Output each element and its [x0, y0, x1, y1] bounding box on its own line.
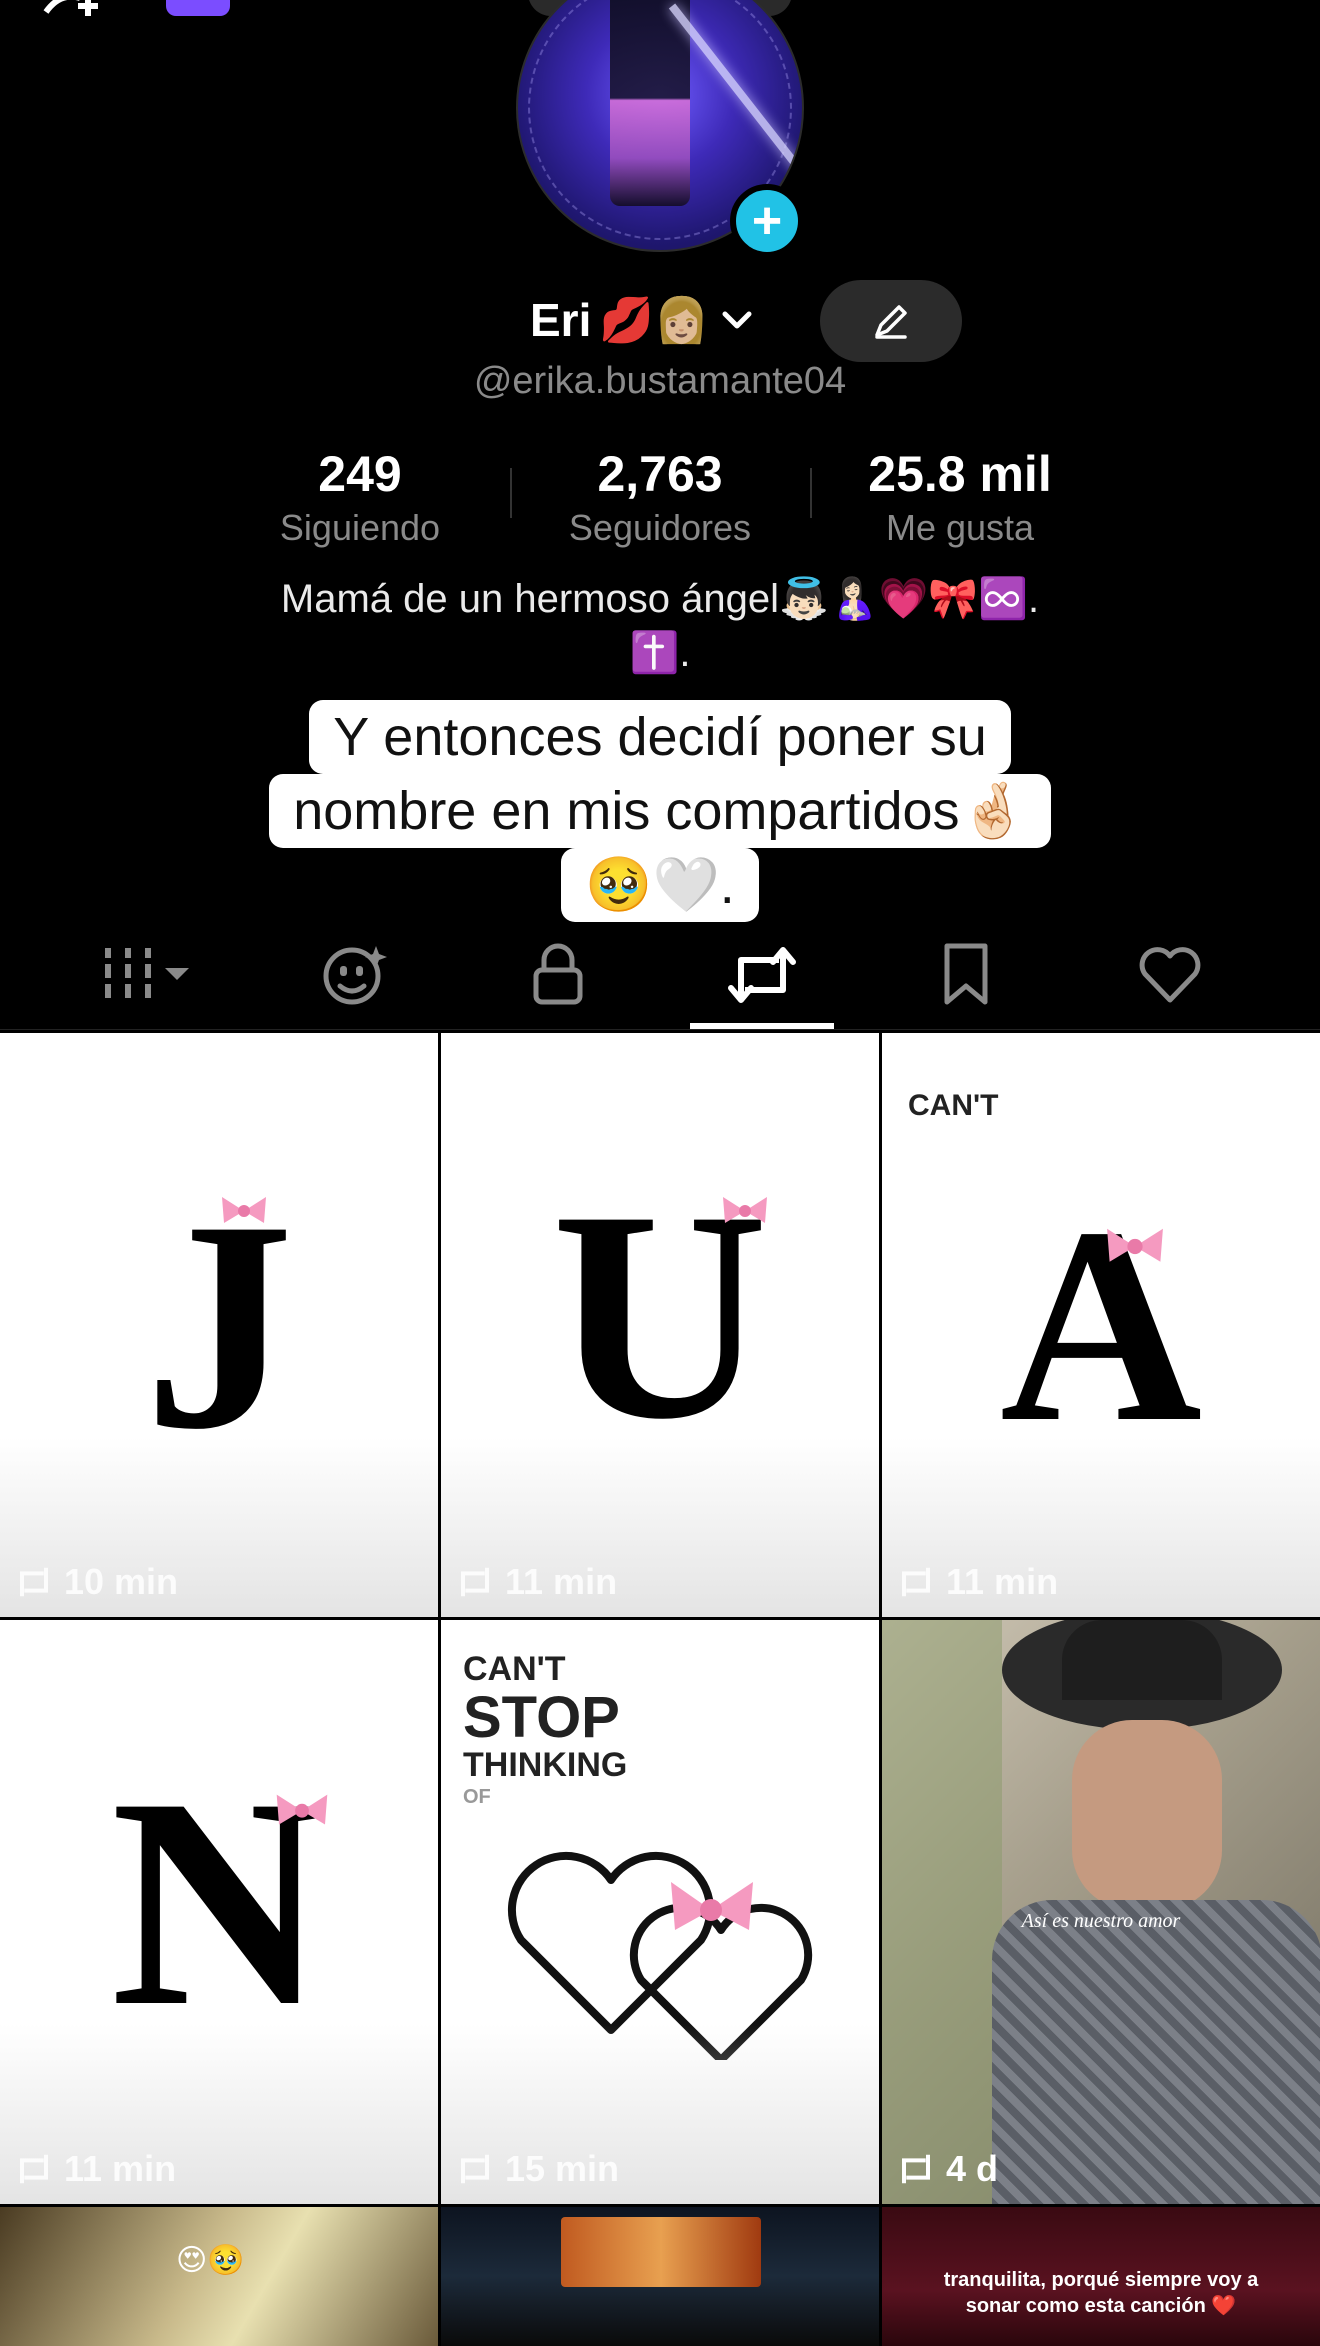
- repost-icon: [902, 2154, 930, 2184]
- caption-line: Y entonces decidí poner su: [309, 700, 1011, 774]
- tile-top-text: CAN'T: [908, 1089, 999, 1122]
- video-grid: J 10 min U 11 min CAN'T A 11 min N 11 mi…: [0, 1033, 1320, 2346]
- profile-tabs: [0, 920, 1320, 1030]
- tile-face: [1072, 1720, 1222, 1910]
- caption-line: nombre en mis compartidos🤞🏻: [269, 774, 1051, 848]
- bio-line: ✝️.: [629, 631, 691, 675]
- repost-icon: [902, 1567, 930, 1597]
- stat-divider: [810, 468, 812, 518]
- stat-label: Siguiendo: [279, 507, 441, 548]
- edit-profile-button[interactable]: [820, 280, 962, 362]
- tile-hat-crown: [1062, 1620, 1222, 1700]
- tile-jacket: [992, 1900, 1320, 2204]
- repost-icon: [20, 2154, 48, 2184]
- tab-liked[interactable]: [1070, 920, 1270, 1030]
- face-sparkle-icon: [323, 946, 387, 1005]
- tile-meta: 11 min: [453, 1561, 617, 1603]
- pencil-icon: [875, 305, 907, 339]
- tile-overlay-line: sonar como esta canción ❤️: [965, 2295, 1237, 2317]
- repost-icon: [20, 1567, 48, 1597]
- grid-tile[interactable]: CAN'T A 11 min: [882, 1033, 1320, 1617]
- tile-time: 10 min: [64, 1561, 179, 1602]
- grid-tile[interactable]: [441, 2207, 879, 2346]
- bow-icon: [1107, 1228, 1163, 1262]
- stat-value: 2,763: [597, 446, 723, 502]
- tile-time: 4 d: [946, 2148, 999, 2189]
- name-row[interactable]: Eri 💋👩🏼: [530, 290, 755, 350]
- caption-overlay: Y entonces decidí poner su nombre en mis…: [0, 700, 1320, 922]
- lock-icon: [533, 943, 583, 1005]
- tile-emoji: 😍🥹: [176, 2244, 245, 2277]
- bow-icon: [276, 1794, 328, 1825]
- stat-value: 249: [318, 446, 402, 502]
- tile-time: 11 min: [946, 1561, 1059, 1602]
- grid-tile[interactable]: tranquilita, porqué siempre voy a sonar …: [882, 2207, 1320, 2346]
- stats-row: 249 Siguiendo 2,763 Seguidores 25.8 mil …: [0, 445, 1320, 555]
- add-story-button[interactable]: +: [730, 184, 804, 258]
- activity-icon[interactable]: [970, 0, 1030, 22]
- grid-icon: [105, 948, 189, 998]
- app-badge-icon[interactable]: [166, 0, 230, 16]
- tile-meta: 10 min: [12, 1561, 178, 1603]
- caption-line: 🥹🤍.: [561, 848, 759, 922]
- bow-icon: [222, 1197, 266, 1223]
- stat-value: 25.8 mil: [868, 446, 1052, 502]
- tile-time: 15 min: [505, 2148, 620, 2189]
- tile-top-text: THINKING: [463, 1746, 628, 1784]
- tile-top-text: STOP: [463, 1685, 620, 1750]
- bio-line: Mamá de un hermoso ángel👼🏻🤱🏻💗🎀♾️.: [280, 577, 1040, 621]
- stat-following[interactable]: 249 Siguiendo: [240, 445, 480, 549]
- stat-likes[interactable]: 25.8 mil Me gusta: [840, 445, 1080, 549]
- tab-reposts[interactable]: [662, 920, 862, 1030]
- avatar-figure: [610, 0, 690, 206]
- tab-favorites-effects[interactable]: [255, 920, 455, 1030]
- stat-label: Me gusta: [885, 507, 1035, 548]
- display-name: Eri: [530, 294, 592, 346]
- stat-divider: [510, 468, 512, 518]
- repost-icon: [461, 1567, 489, 1597]
- tile-overlay-text: Así es nuestro amor: [1021, 1910, 1181, 1932]
- bow-icon: [723, 1197, 767, 1223]
- stat-followers[interactable]: 2,763 Seguidores: [540, 445, 780, 549]
- heart-icon: [1139, 947, 1201, 1003]
- grid-tile[interactable]: J 10 min: [0, 1033, 438, 1617]
- tile-meta: 11 min: [894, 1561, 1058, 1603]
- username: @erika.bustamante04: [473, 360, 847, 402]
- tab-active-indicator: [690, 1023, 834, 1029]
- tile-overlay-line: tranquilita, porqué siempre voy a: [943, 2269, 1259, 2291]
- tile-meta: 4 d: [894, 2148, 998, 2190]
- grid-tile[interactable]: Así es nuestro amor 4 d: [882, 1620, 1320, 2204]
- tile-meta: 11 min: [12, 2148, 176, 2190]
- tile-overlay-text: tranquilita, porqué siempre voy a sonar …: [882, 2267, 1320, 2319]
- share-profile-icon[interactable]: [1085, 0, 1145, 22]
- chevron-down-icon[interactable]: [719, 302, 755, 338]
- tab-saved[interactable]: [866, 920, 1066, 1030]
- repost-icon: [728, 947, 796, 1003]
- bio: Mamá de un hermoso ángel👼🏻🤱🏻💗🎀♾️. ✝️.: [0, 572, 1320, 680]
- repost-icon: [461, 2154, 489, 2184]
- tile-time: 11 min: [64, 2148, 177, 2189]
- tab-videos[interactable]: [50, 920, 250, 1030]
- bookmark-icon: [944, 943, 988, 1005]
- menu-icon[interactable]: [1210, 0, 1270, 22]
- stat-label: Seguidores: [568, 507, 752, 548]
- grid-tile[interactable]: CAN'T STOP THINKING OF 15 min: [441, 1620, 879, 2204]
- grid-tile[interactable]: U 11 min: [441, 1033, 879, 1617]
- grid-tile[interactable]: N 11 min: [0, 1620, 438, 2204]
- tile-screen-shape: [561, 2217, 761, 2287]
- add-friend-icon[interactable]: [40, 0, 100, 22]
- tile-top-text: OF: [463, 1786, 491, 1808]
- name-emoji: 💋👩🏼: [599, 296, 709, 345]
- grid-tile[interactable]: 😍🥹: [0, 2207, 438, 2346]
- tab-private[interactable]: [458, 920, 658, 1030]
- tile-meta: 15 min: [453, 2148, 619, 2190]
- tile-time: 11 min: [505, 1561, 618, 1602]
